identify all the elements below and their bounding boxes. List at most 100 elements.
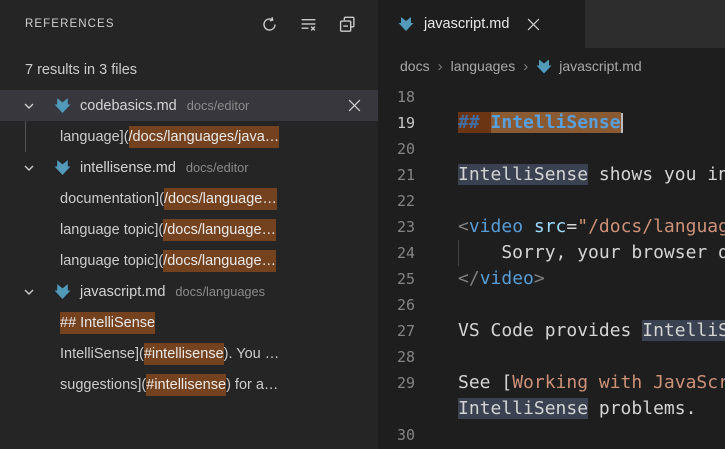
file-name: intellisense.md [80, 160, 176, 176]
file-path-badge: docs/editor [187, 98, 250, 113]
line-text [458, 84, 725, 110]
code-line-22[interactable]: 22 [378, 188, 725, 214]
line-text [458, 136, 725, 162]
breadcrumb-separator: › [523, 58, 528, 75]
match-text: language topic]( [60, 253, 163, 269]
markdown-file-icon [53, 97, 71, 115]
line-text: <video src="/docs/languages/javascript/i… [458, 214, 725, 240]
line-number: 21 [378, 162, 458, 188]
line-text: ## IntelliSense [458, 110, 725, 136]
breadcrumbs: docs › languages › javascript.md [378, 48, 725, 84]
match-result[interactable]: language topic](/docs/language… [0, 245, 378, 276]
line-text: IntelliSense shows you intelligent code … [458, 162, 725, 188]
line-number: 29 [378, 370, 458, 396]
match-result[interactable]: IntelliSense](#intellisense). You … [0, 338, 378, 369]
line-number: 20 [378, 136, 458, 162]
file-path-badge: docs/languages [175, 284, 265, 299]
line-number: 18 [378, 84, 458, 110]
line-number [378, 396, 458, 422]
markdown-file-icon [53, 159, 71, 177]
line-text [458, 422, 725, 448]
line-text: </video> [458, 266, 725, 292]
chevron-down-icon[interactable] [20, 159, 38, 177]
line-text [458, 292, 725, 318]
tab-label: javascript.md [424, 16, 509, 32]
editor-group: javascript.md docs › languages › javascript.… [378, 0, 725, 449]
code-line-25[interactable]: 25</video> [378, 266, 725, 292]
file-result-intellisense.md[interactable]: intellisense.md docs/editor [0, 152, 378, 183]
line-number: 19 [378, 110, 458, 136]
markdown-file-icon [536, 58, 552, 74]
results-tree: codebasics.mddocs/editorlanguage](/docs/… [0, 90, 378, 400]
code-line-27[interactable]: 27VS Code provides IntelliSense within y… [378, 318, 725, 344]
code-area[interactable]: 1819## IntelliSense2021IntelliSense show… [378, 84, 725, 449]
code-line-wrap[interactable]: IntelliSense problems. [378, 396, 725, 422]
line-text [458, 344, 725, 370]
vscode-window: REFERENCES [0, 0, 725, 449]
text-cursor [621, 113, 623, 133]
line-text: VS Code provides IntelliSense within you… [458, 318, 725, 344]
code-line-29[interactable]: 29See [Working with JavaScript]( [378, 370, 725, 396]
tab-javascript-md[interactable]: javascript.md [378, 0, 585, 48]
line-number: 24 [378, 240, 458, 266]
line-number: 26 [378, 292, 458, 318]
match-text: ). You … [224, 346, 280, 362]
file-result-javascript.md[interactable]: javascript.mddocs/languages [0, 276, 378, 307]
chevron-down-icon[interactable] [20, 283, 38, 301]
tab-close-icon[interactable] [523, 14, 543, 34]
line-number: 22 [378, 188, 458, 214]
code-line-30[interactable]: 30 [378, 422, 725, 448]
match-result[interactable]: language](/docs/languages/java… [0, 121, 378, 152]
breadcrumb-label: javascript.md [559, 58, 641, 74]
match-text: IntelliSense]( [60, 346, 144, 362]
match-text: #intellisense [144, 343, 224, 365]
match-result[interactable]: ## IntelliSense [0, 307, 378, 338]
line-text: IntelliSense problems. [458, 396, 725, 422]
match-result[interactable]: language topic](/docs/language… [0, 214, 378, 245]
match-result[interactable]: suggestions](#intellisense) for a… [0, 369, 378, 400]
breadcrumb-docs[interactable]: docs [400, 58, 430, 74]
dismiss-icon[interactable] [344, 96, 364, 116]
markdown-file-icon [53, 283, 71, 301]
breadcrumb-languages[interactable]: languages [451, 58, 516, 74]
match-result[interactable]: documentation](/docs/language… [0, 183, 378, 214]
line-text [458, 188, 725, 214]
code-line-18[interactable]: 18 [378, 84, 725, 110]
panel-actions [258, 13, 358, 35]
file-path-badge: docs/editor [186, 160, 249, 175]
match-text: language]( [60, 129, 129, 145]
line-number: 23 [378, 214, 458, 240]
tab-bar: javascript.md [378, 0, 725, 48]
code-line-19[interactable]: 19## IntelliSense [378, 110, 725, 136]
code-line-26[interactable]: 26 [378, 292, 725, 318]
file-result-codebasics.md[interactable]: codebasics.md docs/editor [0, 90, 378, 121]
references-panel: REFERENCES [0, 0, 378, 449]
code-line-23[interactable]: 23<video src="/docs/languages/javascript… [378, 214, 725, 240]
collapse-all-icon[interactable] [336, 13, 358, 35]
results-summary: 7 results in 3 files [0, 56, 378, 84]
chevron-down-icon[interactable] [20, 97, 38, 115]
clear-all-icon[interactable] [297, 13, 319, 35]
match-text: documentation]( [60, 191, 164, 207]
line-number: 30 [378, 422, 458, 448]
line-number: 25 [378, 266, 458, 292]
panel-title: REFERENCES [25, 18, 115, 30]
line-number: 27 [378, 318, 458, 344]
breadcrumb-label: languages [451, 58, 516, 74]
refresh-icon[interactable] [258, 13, 280, 35]
match-text: language topic]( [60, 222, 163, 238]
line-text: See [Working with JavaScript]( [458, 370, 725, 396]
match-text: /docs/language… [164, 188, 277, 210]
match-text: /docs/language… [163, 219, 276, 241]
breadcrumb-javascript.md[interactable]: javascript.md [536, 58, 641, 74]
code-line-24[interactable]: 24 Sorry, your browser doesn't support H… [378, 240, 725, 266]
match-text: /docs/languages/java… [129, 126, 280, 148]
tree-indent-guide [25, 121, 26, 152]
editor-indent-guide [458, 240, 459, 266]
file-name: codebasics.md [80, 98, 177, 114]
code-line-20[interactable]: 20 [378, 136, 725, 162]
line-text: Sorry, your browser doesn't support HTML… [458, 240, 725, 266]
code-line-21[interactable]: 21IntelliSense shows you intelligent cod… [378, 162, 725, 188]
breadcrumb-separator: › [438, 58, 443, 75]
code-line-28[interactable]: 28 [378, 344, 725, 370]
